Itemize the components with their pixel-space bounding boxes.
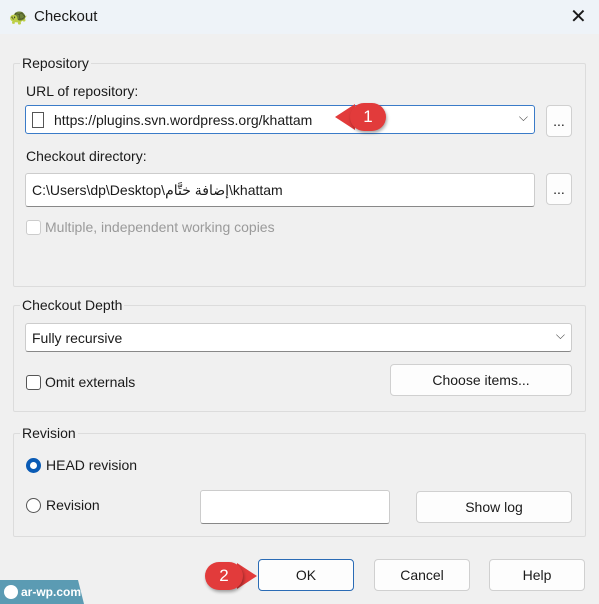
multiple-checkbox[interactable]	[26, 220, 41, 235]
dir-input[interactable]: C:\Users\dp\Desktop\إضافة ختَّام\khattam	[25, 173, 535, 207]
choose-items-button[interactable]: Choose items...	[390, 364, 572, 396]
url-browse-button[interactable]: ...	[546, 105, 572, 137]
tortoise-icon: 🐢	[9, 9, 28, 26]
depth-select[interactable]: Fully recursive ⌵	[25, 323, 572, 352]
depth-group-label: Checkout Depth	[20, 297, 125, 313]
chevron-down-icon[interactable]: ⌵	[519, 110, 528, 125]
depth-value: Fully recursive	[32, 329, 123, 346]
close-icon[interactable]: ✕	[570, 4, 587, 29]
watermark: ar-wp.com	[0, 580, 84, 604]
watermark-text: ar-wp.com	[21, 585, 82, 599]
url-label: URL of repository:	[26, 83, 139, 99]
step-badge-2: 2	[205, 562, 243, 590]
chevron-down-icon[interactable]: ⌵	[556, 328, 565, 343]
multiple-label: Multiple, independent working copies	[45, 219, 275, 235]
head-revision-radio[interactable]	[26, 458, 41, 473]
window-title: Checkout	[34, 8, 98, 25]
url-value: https://plugins.svn.wordpress.org/khatta…	[54, 111, 313, 128]
dir-label: Checkout directory:	[26, 148, 147, 164]
wordpress-logo-icon	[4, 585, 18, 599]
help-button[interactable]: Help	[489, 559, 585, 591]
revision-label: Revision	[46, 497, 100, 513]
omit-externals-label: Omit externals	[45, 374, 136, 390]
head-revision-label: HEAD revision	[46, 457, 138, 473]
ok-button[interactable]: OK	[258, 559, 354, 591]
dir-value: C:\Users\dp\Desktop\إضافة ختَّام\khattam	[32, 181, 283, 198]
dir-browse-button[interactable]: ...	[546, 173, 572, 205]
revision-group-label: Revision	[20, 425, 78, 441]
file-icon	[32, 111, 44, 128]
step-badge-1: 1	[350, 103, 386, 131]
url-combobox[interactable]: https://plugins.svn.wordpress.org/khatta…	[25, 105, 535, 134]
cancel-button[interactable]: Cancel	[374, 559, 470, 591]
revision-radio[interactable]	[26, 498, 41, 513]
title-bar: 🐢 Checkout ✕	[0, 0, 599, 34]
repository-group-label: Repository	[20, 55, 91, 71]
show-log-button[interactable]: Show log	[416, 491, 572, 523]
omit-externals-checkbox[interactable]	[26, 375, 41, 390]
revision-input[interactable]	[200, 490, 390, 524]
